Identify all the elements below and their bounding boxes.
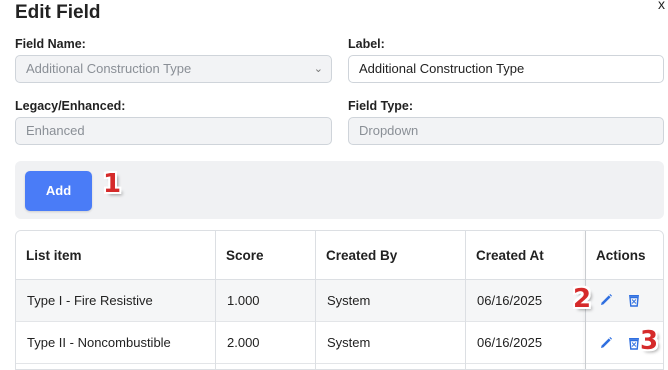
chevron-down-icon: ⌄ (313, 63, 323, 75)
pencil-icon[interactable] (598, 335, 614, 351)
list-items-table: List item Score Created By Created At Ac… (15, 230, 664, 370)
field-name-select[interactable]: Additional Construction Type ⌄ (15, 55, 332, 83)
header-list-item: List item (26, 247, 82, 263)
pencil-icon[interactable] (598, 292, 614, 308)
close-button[interactable]: x (658, 0, 665, 12)
cell-created-at: 06/16/2025 (477, 335, 543, 350)
label-label: Label: (348, 37, 385, 51)
cell-created-by: System (327, 293, 371, 308)
callout-3: 3 (640, 326, 659, 356)
header-created-at: Created At (476, 247, 544, 263)
callout-1: 1 (103, 169, 122, 199)
legacy-enhanced-value: Enhanced (26, 123, 85, 138)
label-input[interactable]: Additional Construction Type (348, 55, 664, 83)
cell-list-item: Type I - Fire Resistive (27, 293, 153, 308)
cell-score: 1.000 (227, 293, 260, 308)
cell-created-at: 06/16/2025 (477, 293, 543, 308)
column-divider (215, 231, 216, 369)
table-header: List item Score Created By Created At Ac… (16, 231, 663, 280)
trash-icon[interactable] (626, 292, 642, 308)
field-name-label: Field Name: (15, 37, 86, 51)
field-type-field: Dropdown (348, 117, 664, 145)
cell-score: 2.000 (227, 335, 260, 350)
field-name-value: Additional Construction Type (26, 61, 192, 76)
legacy-enhanced-field: Enhanced (15, 117, 332, 145)
column-divider (315, 231, 316, 369)
dialog-title: Edit Field (15, 2, 101, 23)
table-row: Type I - Fire Resistive 1.000 System 06/… (16, 280, 663, 322)
add-button[interactable]: Add (25, 171, 92, 211)
field-type-label: Field Type: (348, 99, 414, 113)
callout-2: 2 (573, 284, 592, 314)
column-divider (465, 231, 466, 369)
header-created-by: Created By (326, 247, 398, 263)
table-row: Type II - Noncombustible 2.000 System 06… (16, 322, 663, 364)
header-actions: Actions (596, 247, 646, 263)
label-input-value: Additional Construction Type (359, 61, 525, 76)
legacy-enhanced-label: Legacy/Enhanced: (15, 99, 126, 113)
header-score: Score (226, 247, 264, 263)
cell-created-by: System (327, 335, 371, 350)
cell-list-item: Type II - Noncombustible (27, 335, 171, 350)
field-type-value: Dropdown (359, 123, 419, 138)
